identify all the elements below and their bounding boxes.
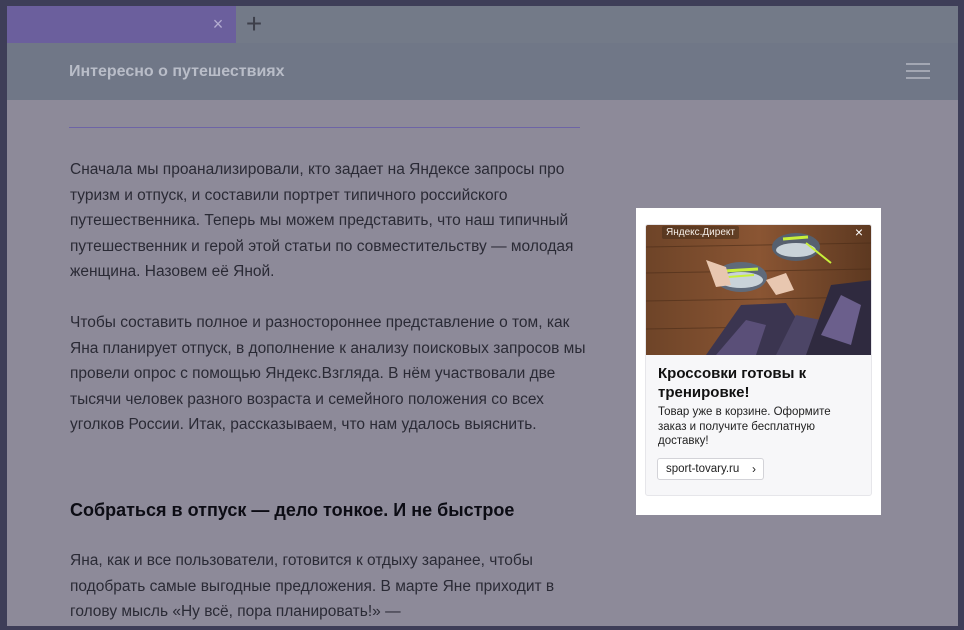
sneakers-photo-icon[interactable]: Яндекс.Директ × xyxy=(646,225,871,355)
chevron-right-icon: › xyxy=(752,462,756,476)
article-heading: Собраться в отпуск — дело тонкое. И не б… xyxy=(70,500,515,520)
tab-active[interactable]: × xyxy=(7,6,236,43)
article-paragraph: Яна, как и все пользователи, готовится к… xyxy=(70,552,555,620)
tab-strip: × + xyxy=(7,6,958,43)
divider xyxy=(69,127,580,128)
article-paragraph: Чтобы составить полное и разностороннее … xyxy=(70,314,586,433)
ad-card[interactable]: Яндекс.Директ × Кроссовки готовы к трени… xyxy=(645,224,872,496)
site-header: Интересно о путешествиях xyxy=(7,43,958,100)
ad-label: Яндекс.Директ xyxy=(662,226,739,239)
ad-title[interactable]: Кроссовки готовы к тренировке! xyxy=(658,364,848,402)
new-tab-button[interactable]: + xyxy=(241,10,267,38)
tab-close-icon[interactable]: × xyxy=(209,14,227,34)
article-content: Сначала мы проанализировали, кто задает … xyxy=(7,100,958,626)
ad-container: Яндекс.Директ × Кроссовки готовы к трени… xyxy=(636,208,881,515)
sneakers-photo xyxy=(646,225,871,355)
site-title[interactable]: Интересно о путешествиях xyxy=(69,63,285,81)
ad-link-button[interactable]: sport-tovary.ru › xyxy=(657,458,764,480)
ad-link-label: sport-tovary.ru xyxy=(666,463,740,475)
menu-icon[interactable] xyxy=(906,63,930,80)
ad-text: Товар уже в корзине. Оформите заказ и по… xyxy=(658,406,831,447)
ad-close-icon[interactable]: × xyxy=(852,225,866,240)
article-paragraph: Сначала мы проанализировали, кто задает … xyxy=(70,161,574,280)
browser-window: × + Интересно о путешествиях Сначала мы … xyxy=(7,6,958,626)
